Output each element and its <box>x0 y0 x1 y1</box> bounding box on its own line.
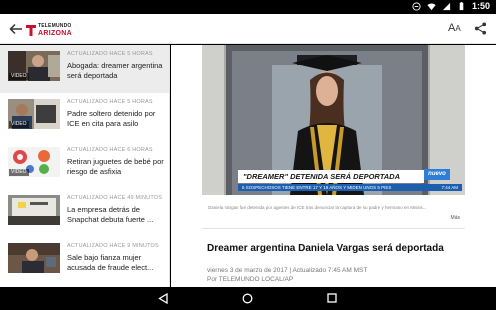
telemundo-arizona-logo[interactable]: TELEMUNDO ARIZONA <box>26 22 72 38</box>
list-item[interactable]: VIDEO ACTUALIZADO HACE 5 HORAS Padre sol… <box>0 93 169 141</box>
thumbnail: VIDEO <box>8 51 60 81</box>
text-size-small: A <box>455 24 461 33</box>
system-nav-bar <box>0 287 496 310</box>
item-title: Sale bajo fianza mujer acusada de fraude… <box>67 253 154 272</box>
list-item[interactable]: ACTUALIZADO HACE 9 MINUTOS Sale bajo fia… <box>0 237 169 285</box>
thumbnail <box>8 195 60 225</box>
thumbnail <box>8 243 60 273</box>
item-title: Abogada: dreamer argentina será deportad… <box>67 61 163 80</box>
app-bar: TELEMUNDO ARIZONA AA <box>0 14 496 44</box>
thumbnail-image <box>8 243 60 273</box>
more-link[interactable]: Más <box>451 215 460 221</box>
logo-brand: TELEMUNDO <box>38 23 72 29</box>
article-view: "DREAMER" DETENIDA SERÁ DEPORTADA nuevo … <box>171 45 496 287</box>
back-arrow-icon[interactable] <box>8 21 24 37</box>
video-badge: VIDEO <box>9 73 29 80</box>
nav-recents-icon[interactable] <box>327 293 337 303</box>
thumbnail-image <box>8 195 60 225</box>
list-item[interactable]: ACTUALIZADO HACE 49 MINUTOS La empresa d… <box>0 189 169 237</box>
article-date: viernes 3 de marzo de 2017 | Actualizado… <box>207 267 368 274</box>
item-title: Padre soltero detenido por ICE en cita p… <box>67 109 156 128</box>
cell-signal-icon <box>442 2 451 10</box>
list-item[interactable]: VIDEO ACTUALIZADO HACE 6 HORAS Retiran j… <box>0 141 169 189</box>
telemundo-t-icon <box>26 25 36 36</box>
item-title: La empresa detrás de Snapchat debuta fue… <box>67 205 154 224</box>
thumbnail: VIDEO <box>8 147 60 177</box>
status-icons: 1:50 <box>412 1 490 11</box>
lower-third-banner: "DREAMER" DETENIDA SERÁ DEPORTADA <box>238 170 424 183</box>
minus-circle-icon <box>412 1 421 11</box>
text-size-icon[interactable]: AA <box>448 22 461 34</box>
item-timestamp: ACTUALIZADO HACE 5 HORAS <box>67 51 153 57</box>
wifi-icon <box>427 3 436 10</box>
thumbnail: VIDEO <box>8 99 60 129</box>
divider <box>202 228 465 229</box>
video-badge: VIDEO <box>9 169 29 176</box>
station-logo: nuevo <box>424 169 450 180</box>
news-ticker: 5 SOSPECHOSOS TIENE ENTRE 17 Y 19 AÑOS Y… <box>238 184 462 191</box>
news-list: VIDEO ACTUALIZADO HACE 5 HORAS Abogada: … <box>0 45 170 287</box>
logo-market: ARIZONA <box>38 30 72 37</box>
photo-caption: Daniela Vargas fue detenida por agentes … <box>208 205 427 210</box>
share-icon[interactable] <box>474 22 487 35</box>
ticker-text: 5 SOSPECHOSOS TIENE ENTRE 17 Y 19 AÑOS Y… <box>242 185 392 190</box>
article-video-frame[interactable]: "DREAMER" DETENIDA SERÁ DEPORTADA nuevo … <box>202 45 465 195</box>
article-byline: Por TELEMUNDO LOCAL/AP <box>207 276 294 283</box>
nav-back-icon[interactable] <box>158 293 169 304</box>
logo-text: TELEMUNDO ARIZONA <box>38 23 72 37</box>
clock: 1:50 <box>471 1 490 11</box>
list-item[interactable]: VIDEO ACTUALIZADO HACE 5 HORAS Abogada: … <box>0 45 169 93</box>
battery-icon <box>459 1 464 10</box>
ticker-time: 7:44 AM <box>441 185 458 190</box>
item-timestamp: ACTUALIZADO HACE 5 HORAS <box>67 99 153 105</box>
item-title: Retiran juguetes de bebé por riesgo de a… <box>67 157 164 176</box>
item-timestamp: ACTUALIZADO HACE 9 MINUTOS <box>67 243 159 249</box>
item-timestamp: ACTUALIZADO HACE 49 MINUTOS <box>67 195 163 201</box>
status-bar: 1:50 <box>0 0 496 14</box>
video-badge: VIDEO <box>9 121 29 128</box>
article-headline: Dreamer argentina Daniela Vargas será de… <box>207 243 444 254</box>
item-timestamp: ACTUALIZADO HACE 6 HORAS <box>67 147 153 153</box>
nav-home-icon[interactable] <box>242 293 253 304</box>
